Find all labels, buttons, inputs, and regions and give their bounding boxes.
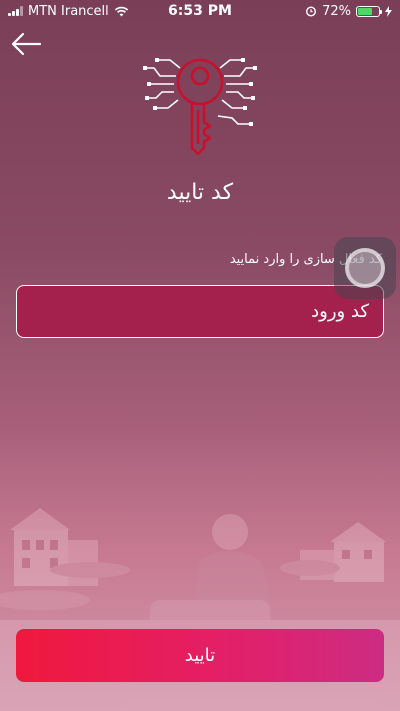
- charging-icon: [385, 5, 392, 17]
- status-right: 72%: [305, 4, 392, 19]
- battery-level: [358, 7, 373, 15]
- status-bar: MTN Irancell 6:53 PM 72%: [0, 0, 400, 22]
- assistive-touch-icon: [345, 248, 385, 288]
- carrier-name: MTN Irancell: [28, 3, 109, 19]
- page-title: کد تایید: [166, 180, 234, 205]
- arrow-left-icon: [11, 32, 42, 56]
- assistive-touch-button[interactable]: [334, 237, 396, 299]
- circuit-key-icon: [143, 58, 257, 156]
- status-time: 6:53 PM: [168, 3, 232, 19]
- wifi-icon: [114, 6, 128, 16]
- battery-percent: 72%: [322, 3, 351, 19]
- confirm-button[interactable]: تایید: [16, 629, 384, 682]
- signal-icon: [8, 6, 23, 16]
- back-button[interactable]: [10, 30, 42, 58]
- verification-code-input[interactable]: [16, 285, 384, 338]
- alarm-icon: [306, 6, 317, 17]
- status-left: MTN Irancell: [8, 4, 129, 19]
- battery-icon: [356, 5, 382, 17]
